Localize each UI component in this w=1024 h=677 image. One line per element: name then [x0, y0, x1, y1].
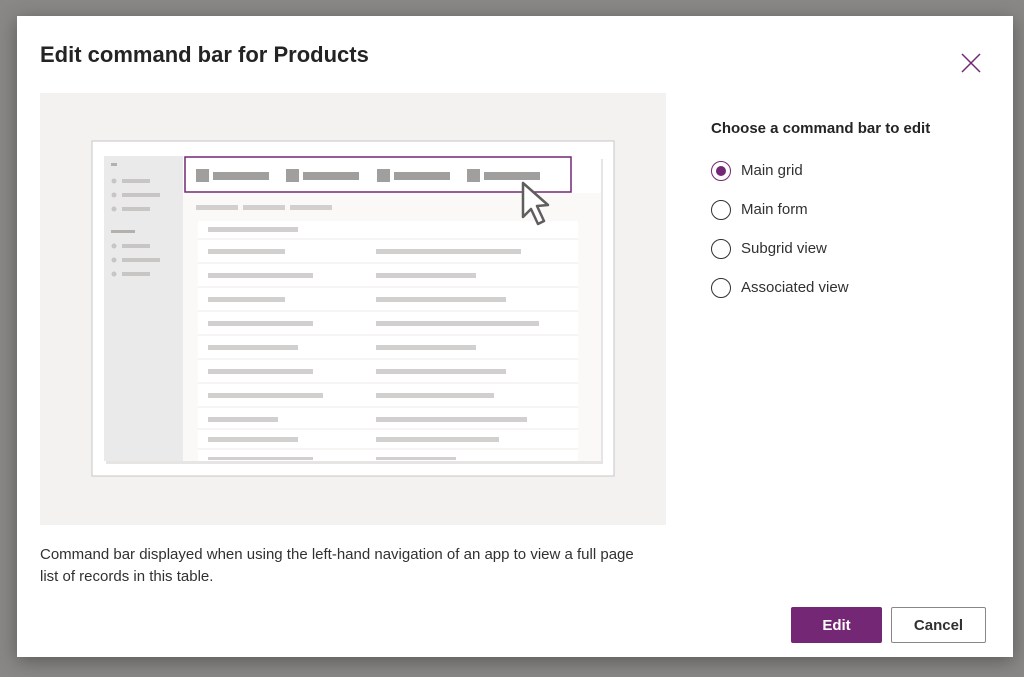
radio-main-grid[interactable]: Main grid — [711, 151, 930, 190]
command-bar-options: Choose a command bar to edit Main grid M… — [711, 120, 930, 307]
radio-label-subgrid-view: Subgrid view — [741, 240, 827, 257]
radio-circle-main-form[interactable] — [711, 199, 731, 220]
dialog-title: Edit command bar for Products — [40, 42, 369, 67]
radio-subgrid-view[interactable]: Subgrid view — [711, 229, 930, 268]
radio-circle-main-grid[interactable] — [711, 160, 731, 181]
radio-circle-subgrid-view[interactable] — [711, 238, 731, 259]
options-label: Choose a command bar to edit — [711, 120, 931, 137]
edit-button[interactable]: Edit — [791, 607, 882, 643]
cancel-button[interactable]: Cancel — [891, 607, 986, 643]
radio-main-form[interactable]: Main form — [711, 190, 930, 229]
close-icon[interactable] — [959, 51, 983, 75]
command-bar-preview-illustration — [40, 93, 666, 525]
dialog-description: Command bar displayed when using the lef… — [40, 546, 634, 585]
radio-label-main-form: Main form — [741, 201, 808, 218]
radio-circle-associated-view[interactable] — [711, 277, 731, 298]
radio-label-main-grid: Main grid — [741, 162, 803, 179]
radio-selected-dot — [716, 165, 726, 176]
radio-label-associated-view: Associated view — [741, 279, 849, 296]
radio-associated-view[interactable]: Associated view — [711, 268, 930, 307]
edit-command-bar-dialog: Edit command bar for Products Command ba… — [17, 16, 1013, 657]
